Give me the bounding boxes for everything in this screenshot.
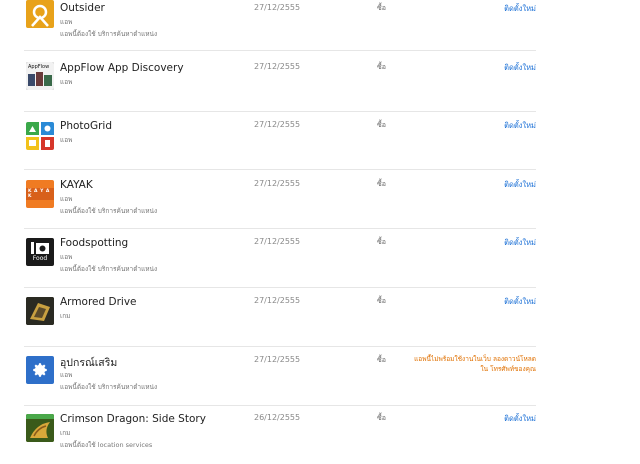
reinstall-link[interactable]: ติดตั้งใหม่	[504, 120, 536, 132]
app-title[interactable]: Armored Drive	[60, 296, 137, 308]
divider	[24, 169, 536, 170]
reinstall-link[interactable]: ติดตั้งใหม่	[504, 62, 536, 74]
app-note: แอพนี้ต้องใช้ บริการค้นหาตำแหน่ง	[60, 265, 158, 273]
list-item: AppFlow AppFlow App Discovery แอพ 27/12/…	[0, 54, 640, 112]
purchase-type: ซื้อ	[377, 356, 386, 364]
divider	[24, 287, 536, 288]
purchase-date: 27/12/2555	[254, 296, 301, 305]
app-note: แอพนี้ต้องใช้ บริการค้นหาตำแหน่ง	[60, 30, 158, 38]
list-item: PhotoGrid แอพ 27/12/2555 ซื้อ ติดตั้งใหม…	[0, 112, 640, 170]
app-note: แอพนี้ต้องใช้ location services	[60, 441, 153, 449]
camera-icon	[31, 242, 49, 254]
divider	[24, 346, 536, 347]
purchase-type: ซื้อ	[377, 63, 386, 71]
divider	[24, 50, 536, 51]
app-category: แอพ	[60, 195, 73, 203]
app-note: แอพนี้ต้องใช้ บริการค้นหาตำแหน่ง	[60, 383, 158, 391]
gear-icon[interactable]	[26, 356, 54, 384]
app-category: แอพ	[60, 18, 73, 26]
unavailable-warning: แอพนี้ไม่พร้อมใช้งานในเว็บ ลองดาวน์โหลดใ…	[414, 355, 536, 373]
purchase-date: 27/12/2555	[254, 237, 301, 246]
purchase-type: ซื้อ	[377, 121, 386, 129]
outsider-icon[interactable]	[26, 0, 54, 28]
purchase-type: ซื้อ	[377, 238, 386, 246]
app-category: เกม	[60, 312, 71, 320]
purchase-date: 27/12/2555	[254, 355, 301, 364]
appflow-icon-label: AppFlow	[28, 64, 50, 70]
purchase-date: 27/12/2555	[254, 120, 301, 129]
app-category: แอพ	[60, 78, 73, 86]
app-title[interactable]: PhotoGrid	[60, 120, 112, 132]
app-title[interactable]: AppFlow App Discovery	[60, 62, 184, 74]
list-item: อุปกรณ์เสริม แอพ แอพนี้ต้องใช้ บริการค้น…	[0, 348, 640, 406]
app-title[interactable]: อุปกรณ์เสริม	[60, 354, 117, 371]
armored-drive-icon[interactable]	[26, 297, 54, 325]
app-category: เกม	[60, 429, 71, 437]
purchase-date: 27/12/2555	[254, 3, 301, 12]
app-title[interactable]: Crimson Dragon: Side Story	[60, 413, 206, 425]
reinstall-link[interactable]: ติดตั้งใหม่	[504, 296, 536, 308]
app-title[interactable]: KAYAK	[60, 179, 93, 191]
reinstall-link[interactable]: ติดตั้งใหม่	[504, 237, 536, 249]
app-category: แอพ	[60, 253, 73, 261]
app-category: แอพ	[60, 136, 73, 144]
purchase-type: ซื้อ	[377, 180, 386, 188]
purchase-history-list: Outsider แอพ แอพนี้ต้องใช้ บริการค้นหาตำ…	[0, 0, 640, 453]
crimson-dragon-icon[interactable]	[26, 414, 54, 442]
kayak-icon[interactable]: K A Y A K	[26, 180, 54, 208]
app-note: แอพนี้ต้องใช้ บริการค้นหาตำแหน่ง	[60, 207, 158, 215]
reinstall-link[interactable]: ติดตั้งใหม่	[504, 413, 536, 425]
photogrid-icon[interactable]	[26, 122, 54, 150]
appflow-icon[interactable]: AppFlow	[26, 62, 54, 90]
list-item: Outsider แอพ แอพนี้ต้องใช้ บริการค้นหาตำ…	[0, 0, 640, 54]
purchase-type: ซื้อ	[377, 297, 386, 305]
list-item: Crimson Dragon: Side Story เกม แอพนี้ต้อ…	[0, 406, 640, 464]
purchase-date: 27/12/2555	[254, 62, 301, 71]
divider	[24, 228, 536, 229]
purchase-type: ซื้อ	[377, 414, 386, 422]
list-item: Food Foodspotting แอพ แอพนี้ต้องใช้ บริก…	[0, 230, 640, 288]
purchase-date: 27/12/2555	[254, 179, 301, 188]
purchase-type: ซื้อ	[377, 4, 386, 12]
foodspotting-icon-label: Food	[32, 255, 48, 262]
app-title[interactable]: Foodspotting	[60, 237, 128, 249]
app-title[interactable]: Outsider	[60, 2, 105, 14]
foodspotting-icon[interactable]: Food	[26, 238, 54, 266]
list-item: K A Y A K KAYAK แอพ แอพนี้ต้องใช้ บริการ…	[0, 171, 640, 229]
reinstall-link[interactable]: ติดตั้งใหม่	[504, 3, 536, 15]
list-item: Armored Drive เกม 27/12/2555 ซื้อ ติดตั้…	[0, 289, 640, 347]
kayak-icon-label: K A Y A K	[26, 188, 54, 200]
purchase-date: 26/12/2555	[254, 413, 301, 422]
reinstall-link[interactable]: ติดตั้งใหม่	[504, 179, 536, 191]
app-category: แอพ	[60, 371, 73, 379]
